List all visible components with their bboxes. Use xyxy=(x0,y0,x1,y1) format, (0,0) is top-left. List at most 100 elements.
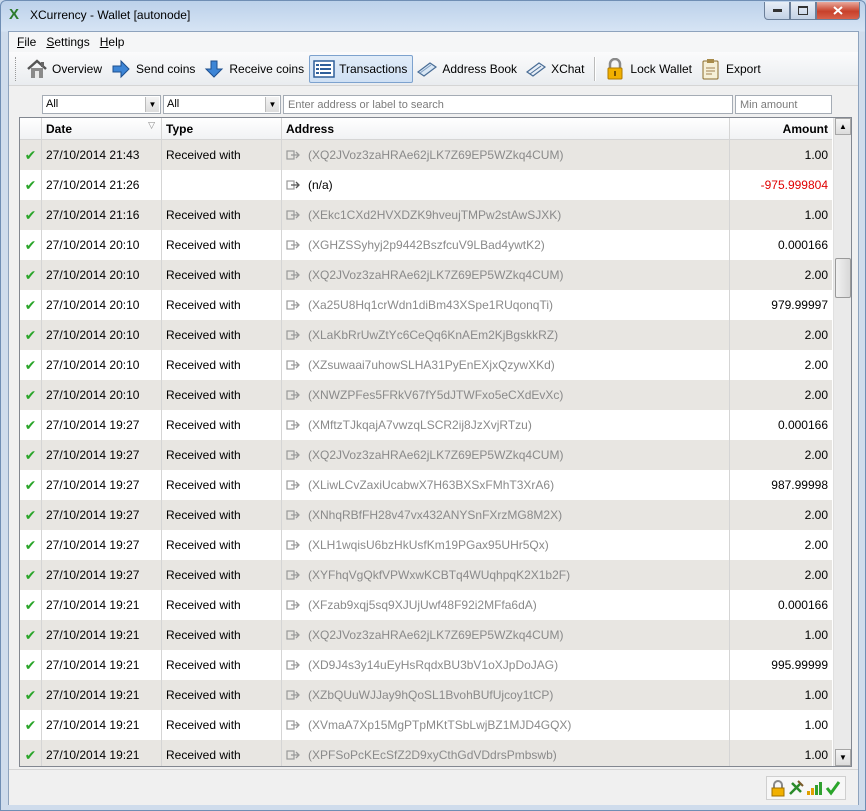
scroll-up-button[interactable]: ▲ xyxy=(835,118,851,135)
table-row[interactable]: ✔ 27/10/2014 19:21 Received with (XFzab9xqj… xyxy=(20,590,832,620)
amount-column-header[interactable]: Amount xyxy=(730,118,832,140)
table-row[interactable]: ✔ 27/10/2014 19:21 Received with (XVmaA7Xp1… xyxy=(20,710,832,740)
amount-cell: 1.00 xyxy=(804,208,828,222)
toolbar: Overview Send coins Receive coins Transa… xyxy=(9,52,858,86)
table-row[interactable]: ✔ 27/10/2014 19:21 Received with (XQ2JVoz3z… xyxy=(20,620,832,650)
address-text: (XQ2JVoz3zaHRAe62jLK7Z69EP5WZkq4CUM) xyxy=(308,148,564,162)
table-row[interactable]: ✔ 27/10/2014 20:10 Received with (XQ2JVoz3z… xyxy=(20,260,832,290)
send-coins-button[interactable]: Send coins xyxy=(107,55,200,83)
table-row[interactable]: ✔ 27/10/2014 21:16 Received with (XEkc1CXd2… xyxy=(20,200,832,230)
address-text: (XNWZPFes5FRkV67fY5dJTWFxo5eCXdEvXc) xyxy=(308,388,564,402)
xchat-button[interactable]: XChat xyxy=(522,55,589,83)
address-column-header[interactable]: Address xyxy=(282,118,730,140)
arrow-right-icon xyxy=(286,210,300,220)
minimize-button[interactable] xyxy=(764,2,790,20)
check-icon: ✔ xyxy=(24,266,37,283)
arrow-right-icon xyxy=(286,660,300,670)
address-cell: (XQ2JVoz3zaHRAe62jLK7Z69EP5WZkq4CUM) xyxy=(282,140,730,170)
table-row[interactable]: ✔ 27/10/2014 20:10 Received with (XZsuwaai7… xyxy=(20,350,832,380)
vertical-scrollbar[interactable]: ▲ ▼ xyxy=(833,118,851,766)
chat-pen-icon xyxy=(525,58,547,80)
min-amount-input[interactable] xyxy=(735,95,832,114)
table-row[interactable]: ✔ 27/10/2014 19:27 Received with (XYFhqVgQk… xyxy=(20,560,832,590)
table-row[interactable]: ✔ 27/10/2014 20:10 Received with (XNWZPFes5… xyxy=(20,380,832,410)
amount-cell: 2.00 xyxy=(804,388,828,402)
type-cell: Received with xyxy=(162,710,282,740)
status-cell: ✔ xyxy=(20,470,42,500)
transactions-button[interactable]: Transactions xyxy=(309,54,414,83)
overview-button[interactable]: Overview xyxy=(23,55,107,83)
title-bar[interactable]: X XCurrency - Wallet [autonode] xyxy=(1,1,865,31)
address-book-button[interactable]: Address Book xyxy=(413,55,522,83)
date-filter-select[interactable]: All ▼ xyxy=(42,95,161,114)
address-cell: (XZsuwaai7uhowSLHA31PyEnEXjxQzywXKd) xyxy=(282,350,730,380)
date-cell: 27/10/2014 19:21 xyxy=(42,650,162,680)
arrow-right-icon xyxy=(286,300,300,310)
export-button[interactable]: Export xyxy=(697,55,766,83)
table-row[interactable]: ✔ 27/10/2014 19:21 Received with (XZbQUuWJJ… xyxy=(20,680,832,710)
filter-bar: All ▼ All ▼ xyxy=(42,95,832,115)
table-row[interactable]: ✔ 27/10/2014 19:27 Received with (XLH1wqisU… xyxy=(20,530,832,560)
address-text: (XLaKbRrUwZtYc6CeQq6KnAEm2KjBgskkRZ) xyxy=(308,328,559,342)
check-icon: ✔ xyxy=(24,326,37,343)
type-cell: Received with xyxy=(162,620,282,650)
lock-icon[interactable] xyxy=(771,779,785,797)
sort-descending-icon: ▽ xyxy=(148,120,155,130)
check-icon: ✔ xyxy=(24,536,37,553)
table-row[interactable]: ✔ 27/10/2014 19:27 Received with (XLiwLCvZa… xyxy=(20,470,832,500)
date-cell: 27/10/2014 21:43 xyxy=(42,140,162,170)
table-row[interactable]: ✔ 27/10/2014 20:10 Received with (XGHZSSyhy… xyxy=(20,230,832,260)
menu-file[interactable]: File xyxy=(13,35,40,49)
date-column-header[interactable]: Date ▽ xyxy=(42,118,162,140)
type-filter-select[interactable]: All ▼ xyxy=(163,95,281,114)
table-row[interactable]: ✔ 27/10/2014 20:10 Received with (Xa25U8Hq1… xyxy=(20,290,832,320)
address-search-input[interactable] xyxy=(283,95,733,114)
address-cell: (XQ2JVoz3zaHRAe62jLK7Z69EP5WZkq4CUM) xyxy=(282,440,730,470)
check-icon: ✔ xyxy=(24,656,37,673)
chevron-down-icon: ▼ xyxy=(145,97,159,112)
receive-coins-button[interactable]: Receive coins xyxy=(200,55,309,83)
lock-wallet-button[interactable]: Lock Wallet xyxy=(601,55,697,83)
address-book-icon xyxy=(416,58,438,80)
menu-settings[interactable]: Settings xyxy=(42,35,93,49)
status-column-header[interactable] xyxy=(20,118,42,140)
address-text: (XLiwLCvZaxiUcabwX7H63BXSxFMhT3XrA6) xyxy=(308,478,555,492)
signal-bars-icon[interactable] xyxy=(806,780,823,796)
scrollbar-thumb[interactable] xyxy=(835,258,851,298)
toolbar-grip[interactable] xyxy=(15,56,18,81)
mining-icon[interactable] xyxy=(788,780,804,796)
close-button[interactable] xyxy=(816,2,860,20)
address-cell: (XNhqRBfFH28v47vx432ANYSnFXrzMG8M2X) xyxy=(282,500,730,530)
synced-check-icon[interactable] xyxy=(825,780,841,796)
table-row[interactable]: ✔ 27/10/2014 21:26 (n/a) -975.999804 xyxy=(20,170,832,200)
table-row[interactable]: ✔ 27/10/2014 19:27 Received with (XMftzTJkq… xyxy=(20,410,832,440)
date-cell: 27/10/2014 20:10 xyxy=(42,260,162,290)
address-cell: (Xa25U8Hq1crWdn1diBm43XSpe1RUqonqTi) xyxy=(282,290,730,320)
maximize-button[interactable] xyxy=(790,2,816,20)
table-row[interactable]: ✔ 27/10/2014 19:27 Received with (XNhqRBfFH… xyxy=(20,500,832,530)
status-cell: ✔ xyxy=(20,740,42,766)
menu-help[interactable]: Help xyxy=(96,35,129,49)
arrow-right-icon xyxy=(286,360,300,370)
arrow-right-icon xyxy=(286,240,300,250)
table-row[interactable]: ✔ 27/10/2014 20:10 Received with (XLaKbRrUw… xyxy=(20,320,832,350)
amount-cell: 2.00 xyxy=(804,538,828,552)
date-cell: 27/10/2014 20:10 xyxy=(42,350,162,380)
type-cell: Received with xyxy=(162,470,282,500)
address-cell: (XEkc1CXd2HVXDZK9hveujTMPw2stAwSJXK) xyxy=(282,200,730,230)
amount-cell: 979.99997 xyxy=(771,298,828,312)
table-row[interactable]: ✔ 27/10/2014 19:21 Received with (XPFSoPcKE… xyxy=(20,740,832,766)
type-column-header[interactable]: Type xyxy=(162,118,282,140)
window-title: XCurrency - Wallet [autonode] xyxy=(30,8,191,22)
chevron-down-icon: ▼ xyxy=(265,97,279,112)
table-row[interactable]: ✔ 27/10/2014 19:21 Received with (XD9J4s3y1… xyxy=(20,650,832,680)
type-cell: Received with xyxy=(162,200,282,230)
arrow-right-icon xyxy=(286,570,300,580)
table-row[interactable]: ✔ 27/10/2014 19:27 Received with (XQ2JVoz3z… xyxy=(20,440,832,470)
amount-cell: 1.00 xyxy=(804,148,828,162)
table-row[interactable]: ✔ 27/10/2014 21:43 Received with (XQ2JVoz3z… xyxy=(20,140,832,170)
client-area: File Settings Help Overview Send coins R… xyxy=(8,31,859,805)
scroll-down-button[interactable]: ▼ xyxy=(835,749,851,766)
amount-cell: 2.00 xyxy=(804,568,828,582)
amount-cell: 995.99999 xyxy=(771,658,828,672)
